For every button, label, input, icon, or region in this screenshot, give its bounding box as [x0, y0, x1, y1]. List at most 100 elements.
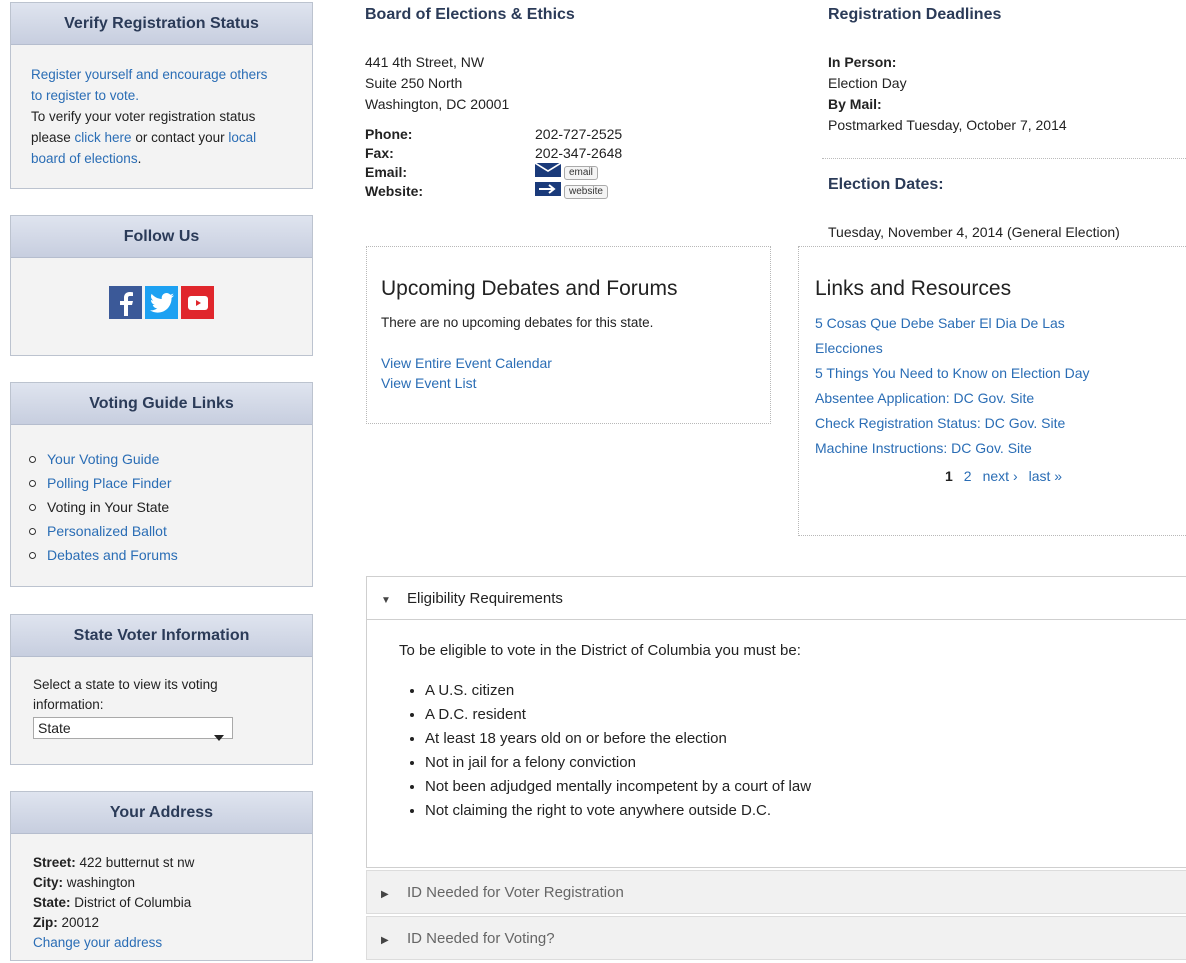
address-line: 441 4th Street, NW [365, 54, 485, 70]
caret-right-icon: ▶ [381, 889, 389, 900]
fax-row: Fax: 202-347-2648 [365, 144, 622, 163]
fax-label: Fax: [365, 145, 394, 161]
phone-row: Phone: 202-727-2525 [365, 125, 622, 144]
page-2-link[interactable]: 2 [964, 468, 972, 484]
guide-item-your-voting-guide[interactable]: Your Voting Guide [25, 447, 298, 471]
guide-link-label[interactable]: Polling Place Finder [47, 475, 172, 491]
links-resources-panel: Links and Resources 5 Cosas Que Debe Sab… [798, 246, 1186, 536]
eligibility-list: A U.S. citizen A D.C. resident At least … [399, 679, 1163, 823]
address-line: Suite 250 North [365, 75, 463, 91]
chevron-down-icon [214, 726, 224, 746]
guide-item-debates-and-forums[interactable]: Debates and Forums [25, 543, 298, 567]
in-person-value: Election Day [828, 75, 907, 91]
eligibility-item: Not claiming the right to vote anywhere … [425, 799, 1163, 823]
city-label: City: [33, 875, 63, 890]
debates-panel: Upcoming Debates and Forums There are no… [366, 246, 771, 424]
eligibility-intro: To be eligible to vote in the District o… [399, 642, 801, 659]
verify-text-2: or contact your [131, 130, 229, 145]
page-current: 1 [945, 468, 953, 484]
youtube-icon[interactable] [181, 286, 214, 319]
arrow-right-icon [535, 182, 561, 201]
debates-links: View Entire Event Calendar View Event Li… [381, 353, 756, 393]
resource-link[interactable]: Absentee Application: DC Gov. Site [815, 390, 1034, 406]
state-voter-info-title: State Voter Information [11, 615, 312, 657]
state-select-value: State [38, 720, 71, 736]
register-link[interactable]: Register yourself and encourage others t… [31, 64, 271, 106]
phone-value: 202-727-2525 [535, 126, 623, 142]
registration-deadlines: Registration Deadlines In Person: Electi… [828, 6, 1186, 136]
page-last-link[interactable]: last » [1029, 468, 1062, 484]
voting-guide-box: Voting Guide Links Your Voting Guide Pol… [10, 382, 313, 587]
guide-item-personalized-ballot[interactable]: Personalized Ballot [25, 519, 298, 543]
follow-us-title: Follow Us [11, 216, 312, 258]
your-address-title: Your Address [11, 792, 312, 834]
state-select-prompt: Select a state to view its voting inform… [33, 677, 218, 712]
resources-list: 5 Cosas Que Debe Saber El Dia De Las Ele… [815, 311, 1181, 461]
state-select[interactable]: State [33, 717, 233, 741]
deadlines-list: In Person: Election Day By Mail: Postmar… [828, 52, 1186, 136]
board-contact: Phone: 202-727-2525 Fax: 202-347-2648 Emai… [365, 125, 622, 201]
voting-guide-title: Voting Guide Links [11, 383, 312, 425]
guide-link-label[interactable]: Your Voting Guide [47, 451, 159, 467]
resource-link[interactable]: 5 Cosas Que Debe Saber El Dia De Las Ele… [815, 315, 1065, 356]
guide-current-label: Voting in Your State [47, 499, 170, 515]
page-next-link[interactable]: next › [983, 468, 1018, 484]
eligibility-title: Eligibility Requirements [407, 590, 563, 607]
id-voting-title: ID Needed for Voting? [407, 930, 555, 947]
twitter-icon[interactable] [145, 286, 178, 319]
street-label: Street: [33, 855, 76, 870]
event-list-link[interactable]: View Event List [381, 375, 476, 391]
verify-registration-title: Verify Registration Status [11, 3, 312, 45]
facebook-icon[interactable] [109, 286, 142, 319]
address-zip: Zip: 20012 [33, 913, 290, 933]
envelope-icon [534, 162, 562, 182]
election-dates-title: Election Dates: [828, 176, 944, 193]
event-calendar-link[interactable]: View Entire Event Calendar [381, 355, 552, 371]
resource-link[interactable]: Machine Instructions: DC Gov. Site [815, 440, 1032, 456]
change-address-link[interactable]: Change your address [33, 935, 162, 950]
election-dates-value: Tuesday, November 4, 2014 (General Elect… [828, 224, 1120, 240]
address-city: City: washington [33, 873, 290, 893]
state-label: State: [33, 895, 71, 910]
debates-message: There are no upcoming debates for this s… [381, 315, 654, 330]
id-registration-accordion-header[interactable]: ▶ ID Needed for Voter Registration [366, 870, 1186, 914]
divider [822, 158, 1186, 159]
id-voting-accordion-header[interactable]: ▶ ID Needed for Voting? [366, 916, 1186, 960]
your-address-box: Your Address Street: 422 butternut st nw… [10, 791, 313, 961]
email-row: Email: email [365, 162, 622, 182]
voting-guide-body: Your Voting Guide Polling Place Finder V… [11, 425, 312, 567]
board-title: Board of Elections & Ethics [365, 6, 575, 23]
zip-label: Zip: [33, 915, 58, 930]
city-value: washington [66, 875, 136, 890]
email-label: Email: [365, 164, 408, 180]
eligibility-item: At least 18 years old on or before the e… [425, 727, 1163, 751]
resource-link[interactable]: 5 Things You Need to Know on Election Da… [815, 365, 1089, 381]
guide-link-label[interactable]: Personalized Ballot [47, 523, 167, 539]
phone-label: Phone: [365, 126, 413, 142]
click-here-link[interactable]: click here [75, 130, 132, 145]
email-tag: email [564, 165, 598, 180]
id-registration-title: ID Needed for Voter Registration [407, 884, 624, 901]
board-address: 441 4th Street, NW Suite 250 North Washi… [365, 52, 509, 115]
guide-link-label[interactable]: Debates and Forums [47, 547, 178, 563]
eligibility-item: Not in jail for a felony conviction [425, 751, 1163, 775]
address-street: Street: 422 butternut st nw [33, 853, 290, 873]
address-line: Washington, DC 20001 [365, 96, 510, 112]
eligibility-item: A U.S. citizen [425, 679, 1163, 703]
resource-link[interactable]: Check Registration Status: DC Gov. Site [815, 415, 1065, 431]
website-label: Website: [365, 183, 424, 199]
website-button[interactable]: website [535, 182, 608, 201]
eligibility-item: Not been adjudged mentally incompetent b… [425, 775, 1163, 799]
by-mail-value: Postmarked Tuesday, October 7, 2014 [828, 117, 1067, 133]
street-value: 422 butternut st nw [79, 855, 195, 870]
verify-registration-body: Register yourself and encourage others t… [11, 45, 312, 183]
email-button[interactable]: email [534, 162, 598, 182]
zip-value: 20012 [61, 915, 100, 930]
website-row: Website: website [365, 182, 622, 201]
address-state: State: District of Columbia [33, 893, 290, 913]
eligibility-accordion-header[interactable]: ▼ Eligibility Requirements [366, 576, 1186, 620]
in-person-label: In Person: [828, 54, 897, 70]
pagination: 1 2 next › last » [945, 468, 1181, 484]
state-voter-info-box: State Voter Information Select a state t… [10, 614, 313, 765]
guide-item-polling-place-finder[interactable]: Polling Place Finder [25, 471, 298, 495]
